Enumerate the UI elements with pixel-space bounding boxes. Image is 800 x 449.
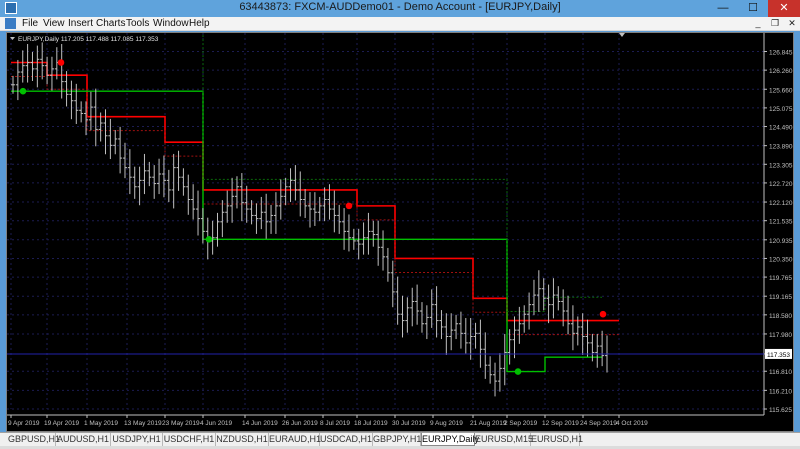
- menu-tools[interactable]: Tools: [126, 18, 149, 29]
- title-bar: 63443873: FXCM-AUDDemo01 - Demo Account …: [0, 0, 800, 17]
- x-tick-label: 24 Sep 2019: [580, 420, 617, 427]
- tab-gbpusd-h1[interactable]: GBPUSD,H1: [8, 433, 60, 446]
- tab-gbpjpy-h1[interactable]: GBPJPY,H1: [373, 433, 421, 446]
- x-tick-label: 19 Apr 2019: [44, 420, 79, 427]
- x-tick-label: 2 Sep 2019: [504, 420, 538, 427]
- y-tick-label: 122.120: [769, 200, 793, 207]
- menu-charts[interactable]: Charts: [96, 18, 125, 29]
- maximize-button[interactable]: ☐: [738, 0, 768, 17]
- y-tick-label: 125.660: [769, 87, 793, 94]
- menu-bar: File View Insert Charts Tools Window Hel…: [0, 17, 800, 31]
- x-tick-label: 26 Jun 2019: [282, 420, 318, 427]
- price-chart[interactable]: 126.845 126.260 125.660 125.075 124.490 123.8…: [7, 33, 793, 431]
- y-tick-label: 126.260: [769, 68, 793, 75]
- x-tick-label: 8 Jul 2019: [320, 420, 350, 427]
- x-tick-label: 30 Jul 2019: [392, 420, 426, 427]
- chart-window[interactable]: 126.845 126.260 125.660 125.075 124.490 123.8…: [6, 32, 794, 432]
- y-tick-label: 123.890: [769, 144, 793, 151]
- sell-signal-dot: [599, 310, 607, 318]
- tab-usdchf-h1[interactable]: USDCHF,H1: [163, 433, 216, 446]
- y-tick-label: 120.935: [769, 238, 793, 245]
- tab-audusd-h1[interactable]: AUDUSD,H1: [56, 433, 111, 446]
- x-tick-label: 4 Oct 2019: [616, 420, 648, 427]
- close-button[interactable]: ✕: [768, 0, 800, 17]
- current-price-label: 117.353: [767, 352, 790, 359]
- menu-view[interactable]: View: [43, 18, 65, 29]
- tab-nzdusd-h1[interactable]: NZDUSD,H1: [216, 433, 269, 446]
- buy-signal-dot: [514, 368, 522, 375]
- tab-euraud-h1[interactable]: EURAUD,H1: [269, 433, 321, 446]
- chart-restore-button[interactable]: ❐: [769, 18, 781, 29]
- chart-document-icon[interactable]: [5, 18, 16, 29]
- x-tick-label: 1 May 2019: [84, 420, 118, 427]
- window-title: 63443873: FXCM-AUDDemo01 - Demo Account …: [239, 1, 561, 13]
- chart-shift-marker-icon: [619, 33, 625, 37]
- menu-file[interactable]: File: [22, 18, 38, 29]
- y-tick-label: 121.535: [769, 219, 793, 226]
- tab-usdcad-h1[interactable]: USDCAD,H1: [320, 433, 373, 446]
- x-tick-label: 14 Jun 2019: [242, 420, 278, 427]
- x-tick-label: 9 Apr 2019: [8, 420, 40, 427]
- y-tick-label: 123.305: [769, 162, 793, 169]
- sell-signal-dot: [57, 59, 65, 66]
- y-tick-label: 125.075: [769, 106, 793, 113]
- y-tick-label: 115.625: [769, 407, 792, 414]
- buy-signal-dot: [19, 87, 27, 95]
- minimize-button[interactable]: —: [708, 0, 738, 17]
- menu-window[interactable]: Window: [153, 18, 189, 29]
- x-tick-label: 13 May 2019: [124, 420, 162, 427]
- chart-tab-bar: GBPUSD,H1 AUDUSD,H1 USDJPY,H1 USDCHF,H1 NZDU…: [0, 432, 800, 446]
- sell-signal-dot: [345, 202, 353, 210]
- x-tick-label: 21 Aug 2019: [470, 420, 507, 427]
- tab-usdjpy-h1[interactable]: USDJPY,H1: [111, 433, 163, 446]
- chart-info-line: EURJPY,Daily 117.205 117.488 117.085 117…: [18, 36, 159, 43]
- support-outer-line: [202, 33, 602, 313]
- y-tick-label: 118.580: [769, 313, 792, 320]
- x-tick-label: 18 Jul 2019: [354, 420, 388, 427]
- y-tick-label: 122.720: [769, 181, 793, 188]
- menu-help[interactable]: Help: [189, 18, 210, 29]
- tab-eurusd-m15[interactable]: EURUSD,M15: [475, 433, 533, 446]
- chart-close-button[interactable]: ✕: [786, 18, 798, 29]
- y-tick-label: 116.210: [769, 388, 792, 395]
- y-tick-label: 124.490: [769, 125, 793, 132]
- menu-insert[interactable]: Insert: [68, 18, 93, 29]
- tab-eurjpy-daily[interactable]: EURJPY,Daily: [421, 433, 479, 446]
- resistance-line: [11, 61, 619, 322]
- x-tick-label: 9 Aug 2019: [430, 420, 463, 427]
- y-tick-label: 116.810: [769, 369, 792, 376]
- chart-minimize-button[interactable]: _: [752, 18, 764, 29]
- tab-eurusd-h1[interactable]: EURUSD,H1: [531, 433, 583, 446]
- x-tick-label: 23 May 2019: [162, 420, 200, 427]
- y-tick-label: 119.165: [769, 294, 792, 301]
- support-line: [11, 90, 602, 373]
- y-tick-label: 117.980: [769, 332, 792, 339]
- buy-signal-dot: [205, 236, 213, 243]
- y-tick-label: 119.765: [769, 275, 792, 282]
- x-tick-label: 4 Jun 2019: [200, 420, 233, 427]
- x-tick-label: 12 Sep 2019: [542, 420, 579, 427]
- y-tick-label: 126.845: [769, 49, 793, 56]
- y-tick-label: 120.350: [769, 256, 793, 263]
